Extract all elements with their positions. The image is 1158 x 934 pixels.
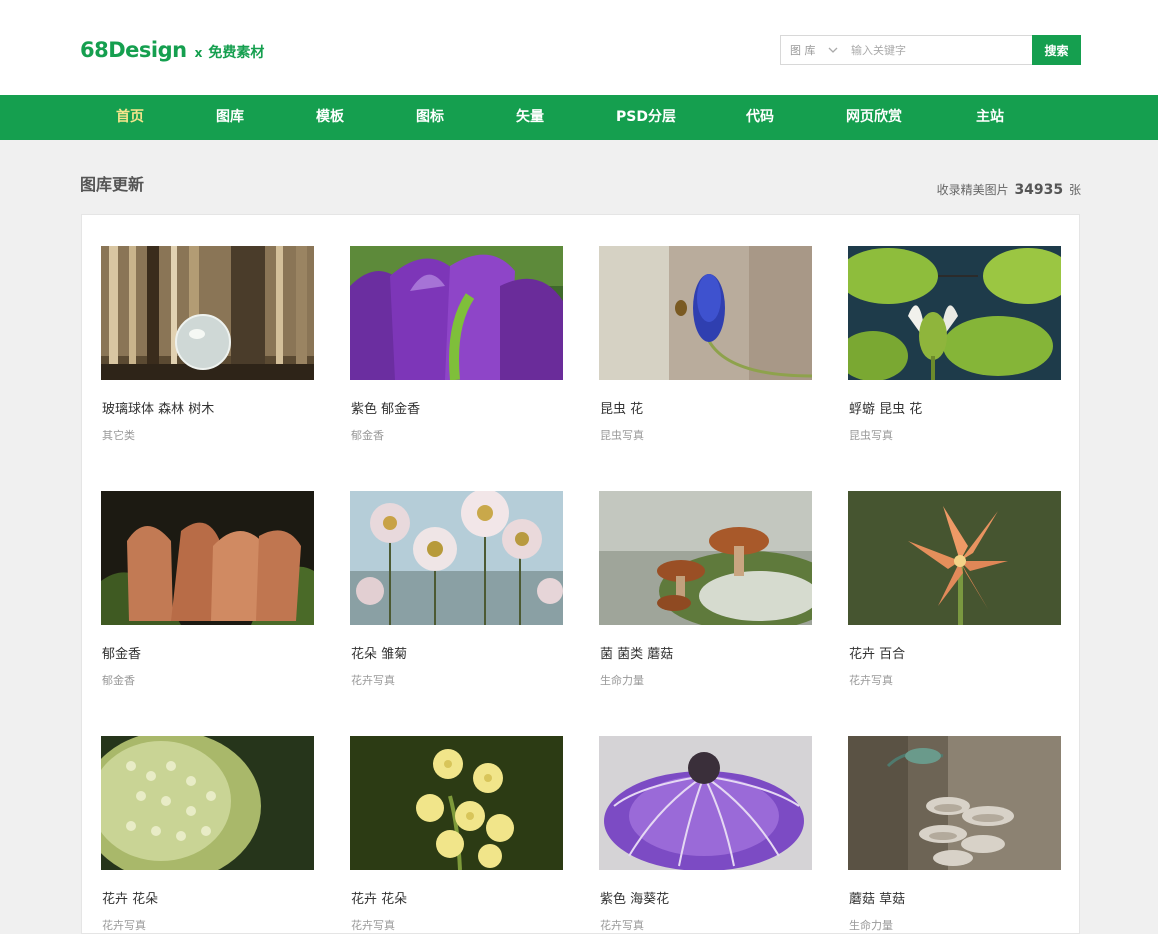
card-category[interactable]: 其它类 xyxy=(102,427,135,443)
nav-item-psd[interactable]: PSD分层 xyxy=(616,95,676,140)
thumbnail-image[interactable] xyxy=(350,246,563,380)
card-category[interactable]: 昆虫写真 xyxy=(600,427,644,443)
logo-subtitle: 免费素材 xyxy=(208,45,265,61)
count-suffix: 张 xyxy=(1068,183,1081,197)
gallery-panel: 玻璃球体 森林 树木 其它类 紫色 郁金香 郁金香 昆虫 花 昆虫写真 蜉蝣 昆… xyxy=(81,214,1080,934)
card-category[interactable]: 花卉写真 xyxy=(102,917,146,933)
thumbnail-image[interactable] xyxy=(101,246,314,380)
card-category[interactable]: 花卉写真 xyxy=(351,917,395,933)
nav-item-templates[interactable]: 模板 xyxy=(316,95,344,140)
chevron-down-icon xyxy=(828,45,838,56)
card-title[interactable]: 昆虫 花 xyxy=(600,398,643,417)
thumbnail-image[interactable] xyxy=(599,246,812,380)
logo-separator: x xyxy=(194,46,203,60)
gallery-card[interactable]: 蘑菇 草菇 生命力量 xyxy=(848,736,1061,932)
thumbnail-image[interactable] xyxy=(101,491,314,625)
search-box: 图 库 xyxy=(780,35,1032,65)
card-category[interactable]: 郁金香 xyxy=(351,427,384,443)
nav-item-vectors[interactable]: 矢量 xyxy=(516,95,544,140)
logo-text: 68Design xyxy=(80,38,187,62)
search-button[interactable]: 搜索 xyxy=(1032,35,1081,65)
thumbnail-image[interactable] xyxy=(599,736,812,870)
card-title[interactable]: 花卉 花朵 xyxy=(351,888,407,907)
nav-item-icons[interactable]: 图标 xyxy=(416,95,444,140)
card-title[interactable]: 蘑菇 草菇 xyxy=(849,888,905,907)
thumbnail-image[interactable] xyxy=(350,491,563,625)
count-prefix: 收录精美图片 xyxy=(936,183,1009,197)
card-title[interactable]: 郁金香 xyxy=(102,643,141,662)
thumbnail-image[interactable] xyxy=(350,736,563,870)
search-category-select[interactable]: 图 库 xyxy=(781,42,851,58)
thumbnail-image[interactable] xyxy=(101,736,314,870)
thumbnail-image[interactable] xyxy=(848,736,1061,870)
card-title[interactable]: 花朵 雏菊 xyxy=(351,643,407,662)
gallery-card[interactable]: 玻璃球体 森林 树木 其它类 xyxy=(101,246,314,442)
nav-item-gallery[interactable]: 图库 xyxy=(216,95,244,140)
card-title[interactable]: 菌 菌类 蘑菇 xyxy=(600,643,673,662)
gallery-card[interactable]: 昆虫 花 昆虫写真 xyxy=(599,246,812,442)
card-title[interactable]: 玻璃球体 森林 树木 xyxy=(102,398,214,417)
search-input[interactable] xyxy=(851,43,1011,57)
card-title[interactable]: 花卉 花朵 xyxy=(102,888,158,907)
card-category[interactable]: 生命力量 xyxy=(849,917,893,933)
card-title[interactable]: 紫色 郁金香 xyxy=(351,398,420,417)
nav-item-code[interactable]: 代码 xyxy=(746,95,774,140)
nav-item-main-site[interactable]: 主站 xyxy=(976,95,1004,140)
site-header: 68Design x 免费素材 图 库 搜索 xyxy=(0,0,1158,95)
gallery-card[interactable]: 紫色 郁金香 郁金香 xyxy=(350,246,563,442)
search-bar: 图 库 搜索 xyxy=(780,35,1081,65)
count-value: 34935 xyxy=(1014,182,1064,198)
gallery-card[interactable]: 紫色 海葵花 花卉写真 xyxy=(599,736,812,932)
card-title[interactable]: 紫色 海葵花 xyxy=(600,888,669,907)
thumbnail-image[interactable] xyxy=(848,246,1061,380)
card-category[interactable]: 生命力量 xyxy=(600,672,644,688)
gallery-card[interactable]: 郁金香 郁金香 xyxy=(101,491,314,687)
gallery-card[interactable]: 菌 菌类 蘑菇 生命力量 xyxy=(599,491,812,687)
image-count: 收录精美图片 34935 张 xyxy=(937,181,1081,198)
card-category[interactable]: 郁金香 xyxy=(102,672,135,688)
main-nav: 首页 图库 模板 图标 矢量 PSD分层 代码 网页欣赏 主站 xyxy=(0,95,1158,140)
card-title[interactable]: 花卉 百合 xyxy=(849,643,905,662)
card-category[interactable]: 花卉写真 xyxy=(600,917,644,933)
gallery-card[interactable]: 蜉蝣 昆虫 花 昆虫写真 xyxy=(848,246,1061,442)
nav-item-home[interactable]: 首页 xyxy=(116,95,144,140)
card-category[interactable]: 花卉写真 xyxy=(849,672,893,688)
card-category[interactable]: 昆虫写真 xyxy=(849,427,893,443)
gallery-card[interactable]: 花卉 花朵 花卉写真 xyxy=(350,736,563,932)
thumbnail-image[interactable] xyxy=(848,491,1061,625)
nav-item-web-showcase[interactable]: 网页欣赏 xyxy=(846,95,902,140)
gallery-card[interactable]: 花卉 花朵 花卉写真 xyxy=(101,736,314,932)
section-title: 图库更新 xyxy=(80,175,145,194)
card-category[interactable]: 花卉写真 xyxy=(351,672,395,688)
gallery-card[interactable]: 花朵 雏菊 花卉写真 xyxy=(350,491,563,687)
search-category-label: 图 库 xyxy=(790,44,816,57)
thumbnail-image[interactable] xyxy=(599,491,812,625)
card-title[interactable]: 蜉蝣 昆虫 花 xyxy=(849,398,922,417)
logo[interactable]: 68Design x 免费素材 xyxy=(80,38,264,62)
gallery-card[interactable]: 花卉 百合 花卉写真 xyxy=(848,491,1061,687)
